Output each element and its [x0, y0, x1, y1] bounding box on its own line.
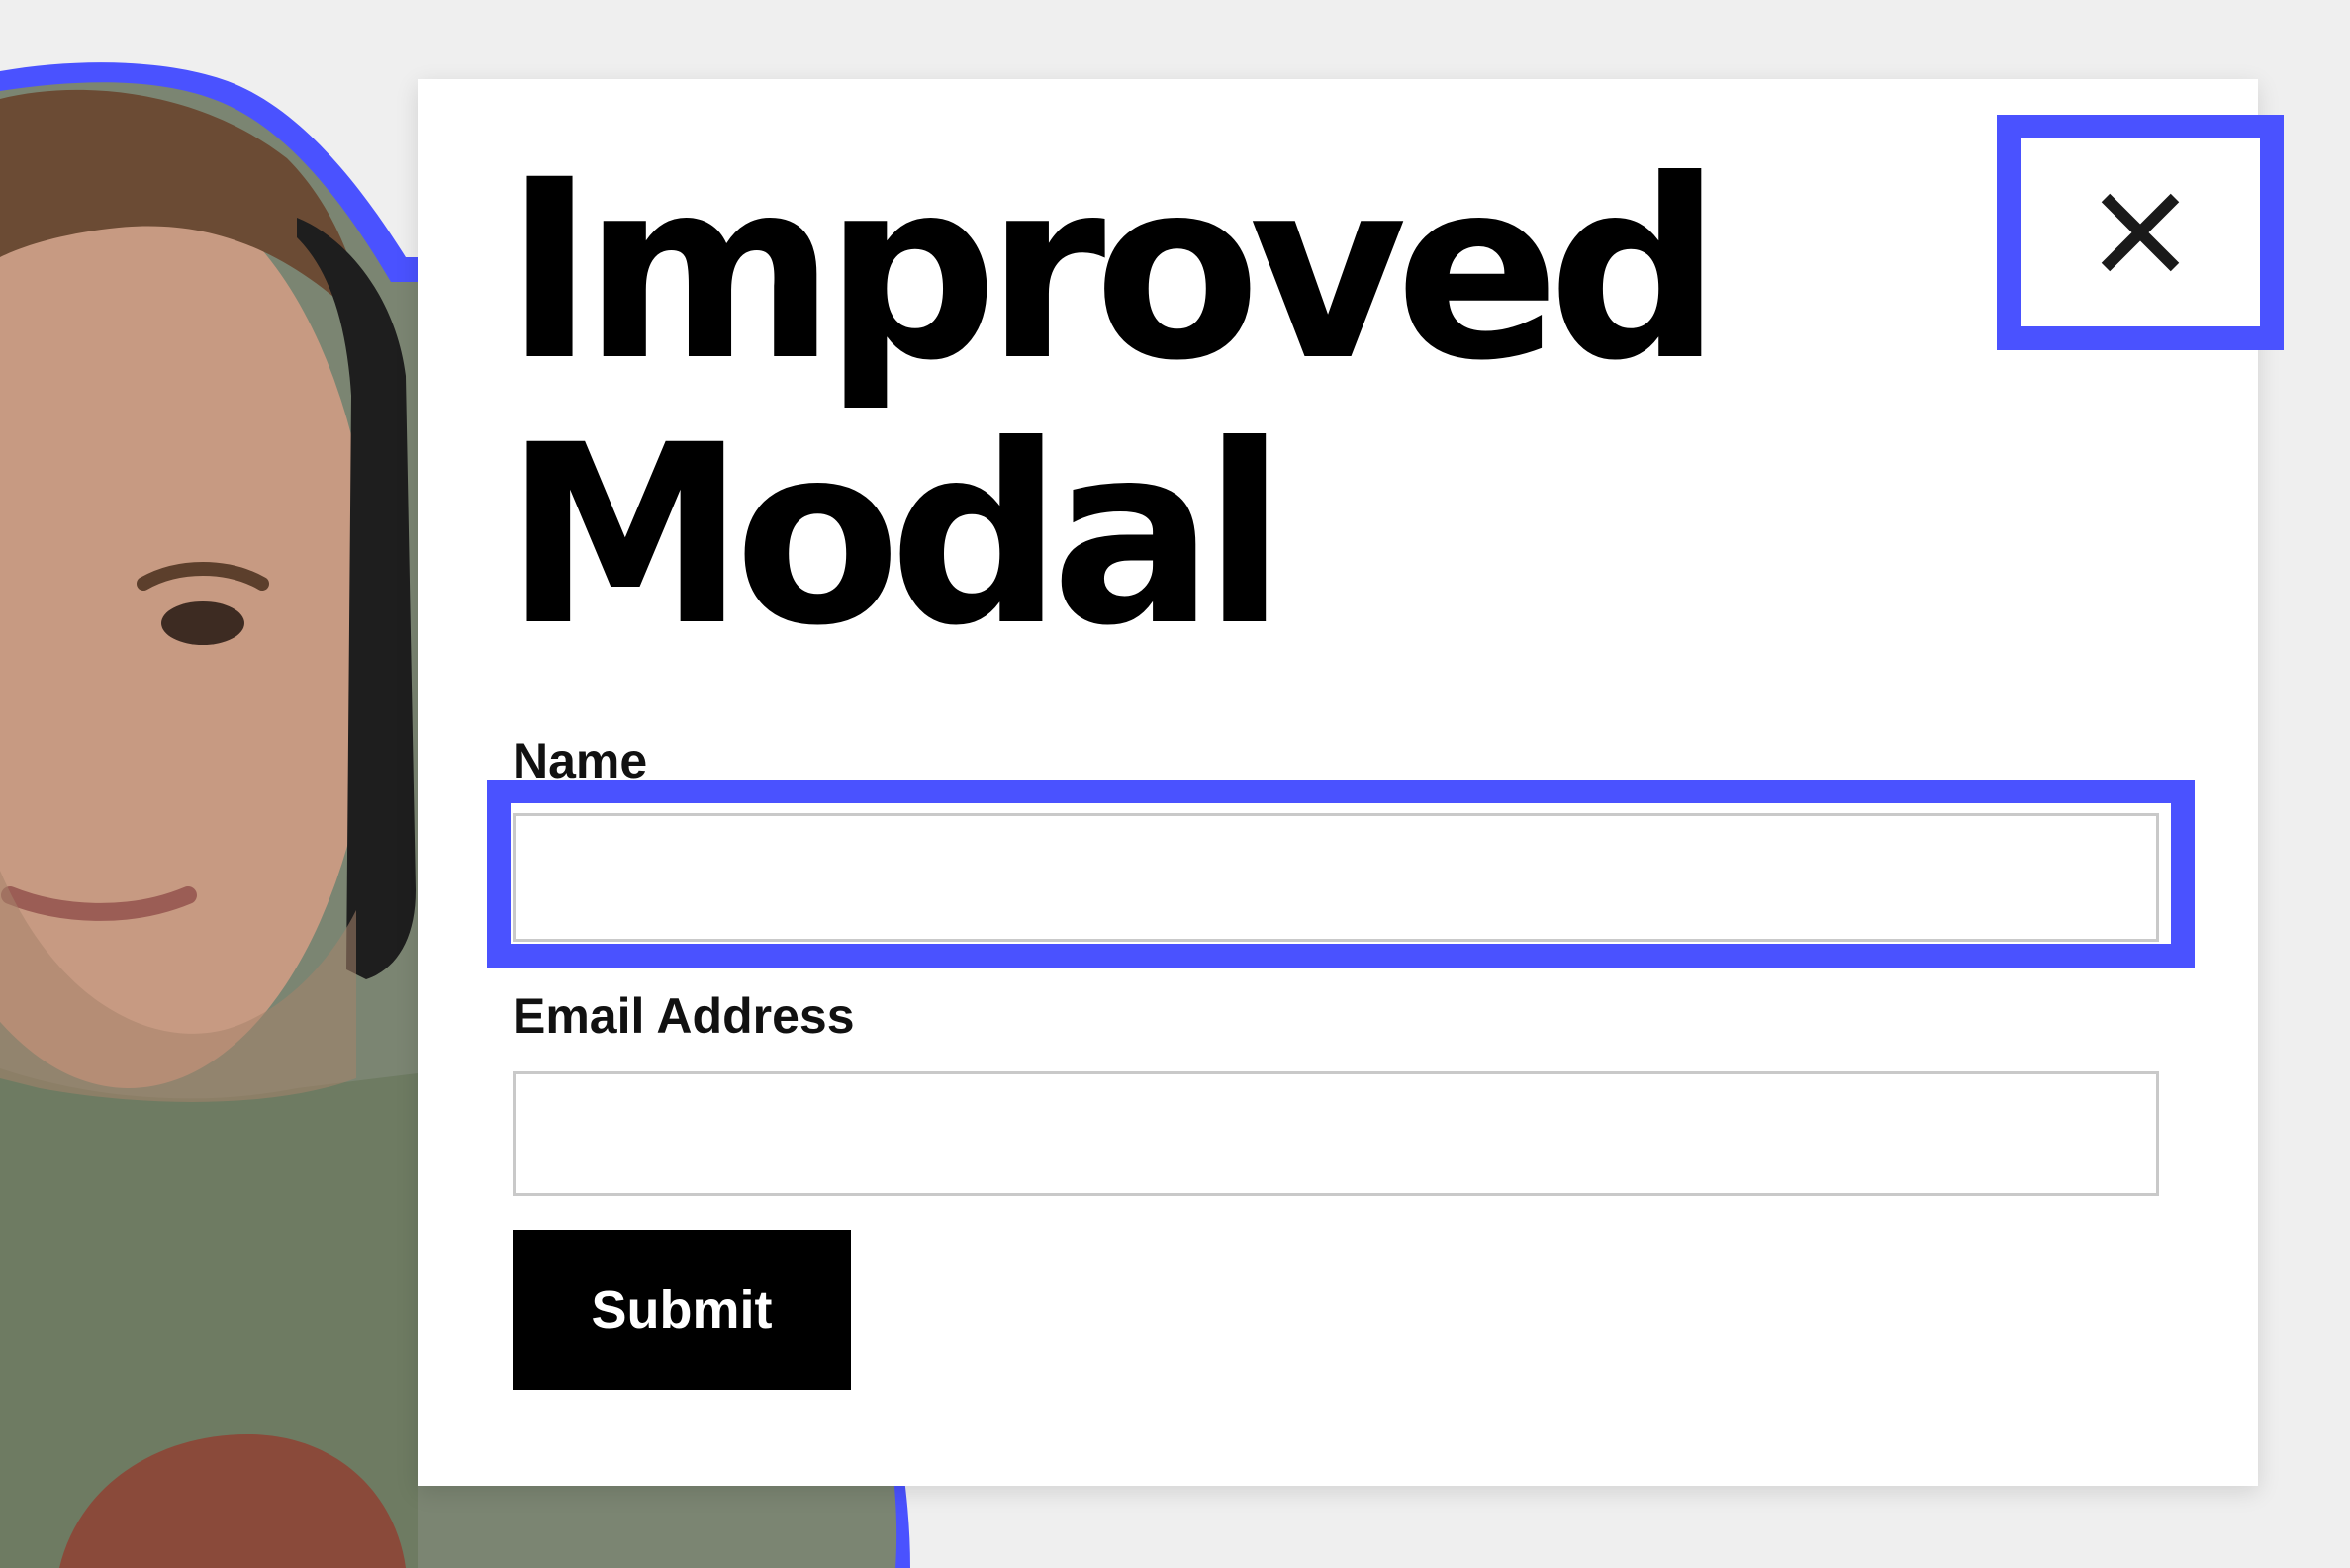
name-input[interactable] — [513, 813, 2159, 942]
close-icon — [2101, 193, 2180, 272]
submit-button[interactable]: Submit — [513, 1230, 851, 1390]
modal-dialog: Improved Modal Name Email Address Submit — [418, 79, 2284, 1486]
email-label: Email Address — [513, 988, 855, 1044]
modal-title: Improved Modal — [505, 127, 1722, 680]
close-button[interactable] — [1997, 115, 2284, 350]
email-input[interactable] — [513, 1071, 2159, 1196]
